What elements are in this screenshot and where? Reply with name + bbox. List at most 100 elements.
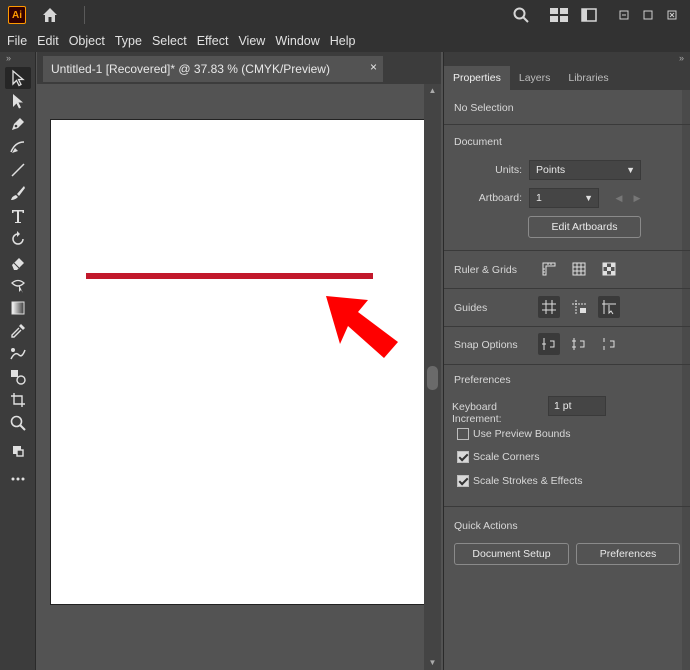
menu-object[interactable]: Object bbox=[64, 30, 110, 52]
next-artboard-icon[interactable]: ▶ bbox=[626, 187, 648, 209]
tab-layers[interactable]: Layers bbox=[510, 66, 560, 90]
fill-stroke-icon[interactable] bbox=[5, 440, 31, 462]
rotate-tool-icon[interactable] bbox=[5, 228, 31, 250]
vertical-scrollbar[interactable]: ▲ ▼ bbox=[424, 84, 441, 670]
keyboard-increment-label: Keyboard Increment: bbox=[452, 401, 502, 425]
eraser-tool-icon[interactable] bbox=[5, 251, 31, 273]
title-controls bbox=[506, 0, 684, 30]
document-section-title: Document bbox=[454, 136, 502, 148]
blend-tool-icon[interactable] bbox=[5, 343, 31, 365]
chevron-down-icon: ▼ bbox=[626, 165, 635, 175]
panel-scrollbar[interactable] bbox=[682, 90, 690, 670]
selection-tool-icon[interactable] bbox=[5, 67, 31, 89]
artboard-tool-icon[interactable] bbox=[5, 389, 31, 411]
scrollbar-thumb[interactable] bbox=[427, 366, 438, 390]
edit-artboards-button[interactable]: Edit Artboards bbox=[528, 216, 641, 238]
snap-options-label: Snap Options bbox=[454, 339, 518, 351]
scale-corners-label: Scale Corners bbox=[473, 451, 540, 463]
guides-label: Guides bbox=[454, 302, 488, 314]
document-setup-button[interactable]: Document Setup bbox=[454, 543, 569, 565]
selection-status: No Selection bbox=[454, 102, 514, 114]
menu-help[interactable]: Help bbox=[325, 30, 361, 52]
gradient-tool-icon[interactable] bbox=[5, 297, 31, 319]
preferences-button[interactable]: Preferences bbox=[576, 543, 680, 565]
minimize-icon[interactable] bbox=[612, 6, 636, 24]
snap-to-pixel-icon[interactable] bbox=[568, 333, 590, 355]
title-separator bbox=[84, 6, 85, 24]
menu-bar: File Edit Object Type Select Effect View… bbox=[0, 30, 690, 52]
pen-tool-icon[interactable] bbox=[5, 113, 31, 135]
app-logo: Ai bbox=[8, 6, 26, 24]
scroll-down-icon[interactable]: ▼ bbox=[426, 658, 439, 668]
divider bbox=[444, 326, 690, 327]
shape-builder-tool-icon[interactable] bbox=[5, 366, 31, 388]
quick-actions-title: Quick Actions bbox=[454, 520, 518, 532]
tab-libraries[interactable]: Libraries bbox=[559, 66, 617, 90]
type-tool-icon[interactable] bbox=[5, 205, 31, 227]
red-arrow-annotation bbox=[326, 296, 398, 358]
menu-effect[interactable]: Effect bbox=[192, 30, 234, 52]
menu-select[interactable]: Select bbox=[147, 30, 192, 52]
illustrator-window: Ai File Edit Object Type Select Effect V… bbox=[0, 0, 690, 670]
artboard[interactable] bbox=[50, 119, 426, 605]
maximize-icon[interactable] bbox=[636, 6, 660, 24]
close-document-icon[interactable]: × bbox=[370, 60, 377, 74]
menu-file[interactable]: File bbox=[2, 30, 32, 52]
artboard-dropdown[interactable]: 1 ▼ bbox=[529, 188, 599, 208]
units-dropdown[interactable]: Points ▼ bbox=[529, 160, 641, 180]
direct-selection-tool-icon[interactable] bbox=[5, 90, 31, 112]
panel-tabs: Properties Layers Libraries bbox=[444, 66, 690, 90]
artboard-label: Artboard: bbox=[478, 192, 522, 204]
use-preview-bounds-row[interactable]: Use Preview Bounds bbox=[457, 428, 570, 440]
free-transform-tool-icon[interactable] bbox=[5, 274, 31, 296]
lock-guides-icon[interactable] bbox=[568, 296, 590, 318]
divider bbox=[444, 364, 690, 365]
divider bbox=[444, 124, 690, 125]
menu-type[interactable]: Type bbox=[110, 30, 147, 52]
scale-corners-row[interactable]: Scale Corners bbox=[457, 451, 540, 463]
scale-strokes-label: Scale Strokes & Effects bbox=[473, 475, 583, 487]
divider bbox=[444, 250, 690, 251]
menu-view[interactable]: View bbox=[233, 30, 270, 52]
rulers-icon[interactable] bbox=[538, 258, 560, 280]
scroll-up-icon[interactable]: ▲ bbox=[426, 86, 439, 96]
collapse-toolbar-icon[interactable]: » bbox=[0, 52, 35, 66]
home-icon[interactable] bbox=[40, 5, 60, 25]
snap-to-point-icon[interactable] bbox=[538, 333, 560, 355]
menu-window[interactable]: Window bbox=[270, 30, 324, 52]
scale-corners-checkbox[interactable] bbox=[457, 451, 469, 463]
more-tools-icon[interactable] bbox=[5, 468, 31, 490]
grid-icon[interactable] bbox=[568, 258, 590, 280]
use-preview-bounds-label: Use Preview Bounds bbox=[473, 428, 571, 440]
workspace-switcher-icon[interactable] bbox=[544, 0, 574, 30]
chevron-down-icon: ▼ bbox=[584, 193, 593, 203]
title-bar: Ai bbox=[0, 0, 690, 30]
collapse-panel-icon[interactable]: » bbox=[444, 52, 690, 66]
tab-properties[interactable]: Properties bbox=[444, 66, 510, 90]
line-segment-tool-icon[interactable] bbox=[5, 159, 31, 181]
artboard-value: 1 bbox=[536, 192, 542, 204]
scale-strokes-row[interactable]: Scale Strokes & Effects bbox=[457, 475, 583, 487]
properties-panel: » Properties Layers Libraries No Selecti… bbox=[443, 52, 690, 670]
menu-edit[interactable]: Edit bbox=[32, 30, 64, 52]
close-window-icon[interactable] bbox=[660, 6, 684, 24]
red-line-stroke[interactable] bbox=[86, 273, 373, 279]
show-guides-icon[interactable] bbox=[538, 296, 560, 318]
smart-guides-icon[interactable] bbox=[598, 296, 620, 318]
snap-to-glyph-icon[interactable] bbox=[598, 333, 620, 355]
divider bbox=[444, 506, 690, 507]
tools-panel: » bbox=[0, 52, 36, 670]
keyboard-increment-input[interactable]: 1 pt bbox=[548, 396, 606, 416]
search-icon[interactable] bbox=[506, 0, 536, 30]
transparency-grid-icon[interactable] bbox=[598, 258, 620, 280]
use-preview-bounds-checkbox[interactable] bbox=[457, 428, 469, 440]
zoom-tool-icon[interactable] bbox=[5, 412, 31, 434]
document-tab[interactable]: Untitled-1 [Recovered]* @ 37.83 % (CMYK/… bbox=[43, 56, 383, 82]
scale-strokes-checkbox[interactable] bbox=[457, 475, 469, 487]
curvature-tool-icon[interactable] bbox=[5, 136, 31, 158]
eyedropper-tool-icon[interactable] bbox=[5, 320, 31, 342]
paintbrush-tool-icon[interactable] bbox=[5, 182, 31, 204]
arrange-documents-icon[interactable] bbox=[574, 0, 604, 30]
units-label: Units: bbox=[495, 164, 522, 176]
document-tab-title: Untitled-1 [Recovered]* @ 37.83 % (CMYK/… bbox=[51, 62, 330, 76]
